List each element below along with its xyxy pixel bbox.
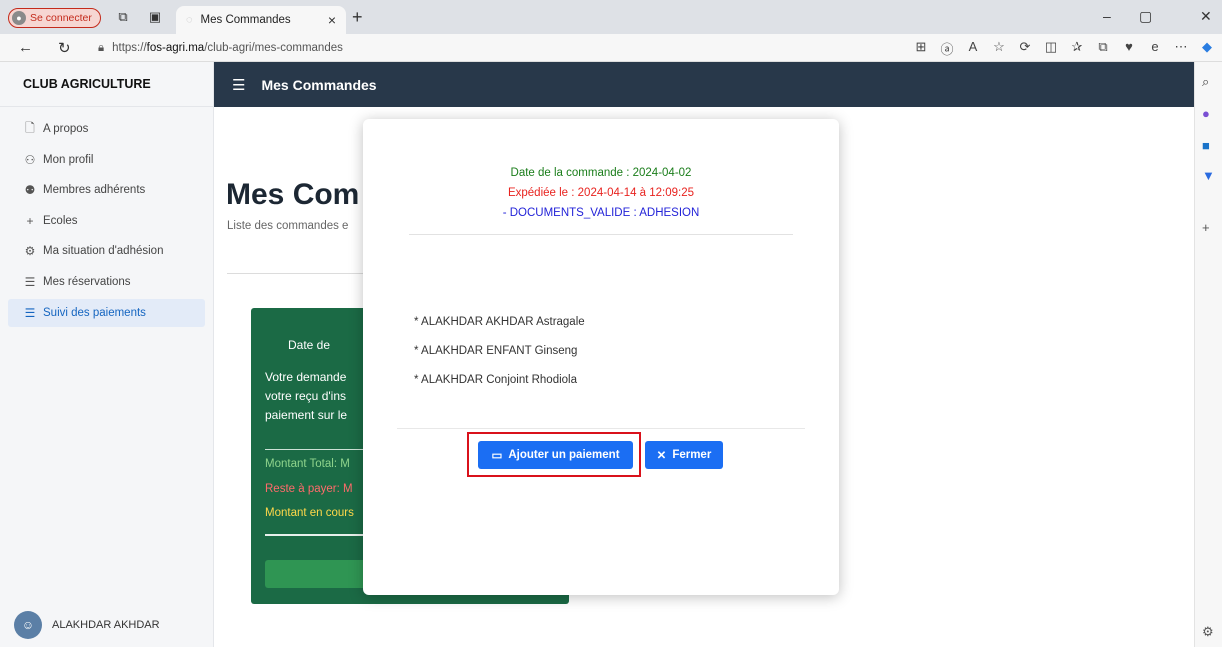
sidebar-item-label: A propos bbox=[43, 123, 89, 135]
avatar: ☺ bbox=[14, 611, 42, 639]
favorite-star-icon[interactable]: ☆ bbox=[992, 39, 1006, 58]
toolbar-icons: ⊞ ⓐ A ☆ ⟳ ◫ ✰ ⧉ ♥ e ⋯ ◆ bbox=[914, 39, 1214, 58]
list-item: * ALAKHDAR ENFANT Ginseng bbox=[414, 345, 578, 357]
search-icon[interactable]: ⌕ bbox=[1202, 74, 1209, 90]
card-date: Date de bbox=[288, 338, 331, 352]
hamburger-icon[interactable]: ☰ bbox=[232, 76, 245, 94]
copilot-icon[interactable]: ◆ bbox=[1200, 39, 1214, 58]
sidebar-item-ecoles[interactable]: + Ecoles bbox=[8, 207, 205, 235]
sidebar-item-label: Mon profil bbox=[43, 153, 94, 166]
restore-icon[interactable]: ▢ bbox=[1139, 8, 1152, 25]
page-subtitle: Liste des commandes e bbox=[227, 220, 349, 232]
new-tab-icon[interactable]: + bbox=[352, 8, 363, 26]
user-name: ALAKHDAR AKHDAR bbox=[52, 619, 160, 631]
address-toolbar: ← ↻ 🔒︎ https://fos-agri.ma/club-agri/mes… bbox=[0, 34, 1222, 62]
sidebar-item-situation[interactable]: ⚙ Ma situation d'adhésion bbox=[8, 237, 205, 265]
browser-tabbar: ● Se connecter ⧉ ▣ ◌ Mes Commandes × + –… bbox=[0, 0, 1222, 34]
sidebar-item-mon-profil[interactable]: ⚇ Mon profil bbox=[8, 146, 205, 174]
close-button[interactable]: ✕ Fermer bbox=[645, 441, 723, 469]
sidebar-item-paiements[interactable]: ☰ Suivi des paiements bbox=[8, 298, 205, 327]
profile-avatar-icon: ● bbox=[12, 11, 26, 25]
sidebar-item-label: Ecoles bbox=[43, 214, 78, 227]
browser-side-panel: ⌕ ● ■ ▼ + ⚙ bbox=[1194, 62, 1222, 647]
url-field[interactable]: 🔒︎ https://fos-agri.ma/club-agri/mes-com… bbox=[98, 38, 343, 58]
sidebar-item-reservations[interactable]: ☰ Mes réservations bbox=[8, 268, 205, 296]
modal-divider bbox=[409, 234, 793, 235]
outlook-icon[interactable]: ■ bbox=[1202, 138, 1210, 153]
list-icon: ☰ bbox=[24, 274, 36, 289]
collections-icon[interactable]: ⧉ bbox=[1096, 39, 1110, 58]
page-title: Mes Com bbox=[226, 178, 360, 211]
documents-status: - DOCUMENTS_VALIDE : ADHESION bbox=[502, 207, 700, 219]
brand-title: CLUB AGRICULTURE bbox=[0, 62, 213, 107]
sidebar-item-label: Suivi des paiements bbox=[43, 306, 146, 319]
sidebar-item-a-propos[interactable]: 🗋 A propos bbox=[8, 115, 205, 143]
user-icon: ⚇ bbox=[24, 152, 36, 167]
card-reste: Reste à payer: M bbox=[265, 483, 353, 495]
back-icon[interactable]: ← bbox=[18, 39, 33, 56]
document-icon: 🗋 bbox=[25, 120, 35, 135]
users-icon: ⚉ bbox=[24, 183, 36, 198]
performance-icon[interactable]: ♥ bbox=[1122, 39, 1136, 58]
plus-icon: + bbox=[26, 213, 34, 228]
list-item: * ALAKHDAR Conjoint Rhodiola bbox=[414, 374, 578, 386]
workspaces-icon[interactable]: ⧉ bbox=[116, 10, 130, 24]
header-title: Mes Commandes bbox=[261, 76, 377, 93]
card-total: Montant Total: M bbox=[265, 458, 350, 470]
edge-bar-icon[interactable]: e bbox=[1148, 39, 1162, 58]
list-item: * ALAKHDAR AKHDAR Astragale bbox=[414, 316, 585, 328]
settings-icon[interactable]: ⚙ bbox=[1202, 624, 1214, 640]
shipped-date: Expédiée le : 2024-04-14 à 12:09:25 bbox=[507, 187, 695, 199]
order-items-list: * ALAKHDAR AKHDAR Astragale * ALAKHDAR E… bbox=[414, 316, 585, 403]
favicon-icon: ◌ bbox=[186, 14, 193, 26]
refresh-icon[interactable]: ↻ bbox=[58, 39, 71, 57]
favorites-icon[interactable]: ✰ bbox=[1070, 39, 1084, 58]
url-text: https://fos-agri.ma/club-agri/mes-comman… bbox=[112, 42, 343, 54]
close-icon: ✕ bbox=[656, 450, 667, 462]
minimize-icon[interactable]: – bbox=[1103, 8, 1111, 24]
read-aloud-icon[interactable]: A bbox=[966, 39, 980, 58]
gear-icon: ⚙ bbox=[24, 244, 36, 259]
tab-title: Mes Commandes bbox=[200, 14, 291, 26]
extensions-icon[interactable]: ⟳ bbox=[1018, 39, 1032, 58]
profile-label: Se connecter bbox=[30, 12, 92, 24]
modal-divider bbox=[397, 428, 805, 429]
lock-icon: 🔒︎ bbox=[98, 41, 105, 54]
tab-mes-commandes[interactable]: ◌ Mes Commandes × bbox=[176, 6, 346, 34]
credit-card-icon: ▭ bbox=[491, 450, 503, 462]
add-side-icon[interactable]: + bbox=[1202, 220, 1210, 235]
close-tab-icon[interactable]: × bbox=[328, 12, 336, 28]
translate-icon[interactable]: ⓐ bbox=[940, 39, 954, 58]
add-payment-button[interactable]: ▭ Ajouter un paiement bbox=[478, 441, 633, 469]
copilot-side-icon[interactable]: ● bbox=[1202, 106, 1210, 121]
more-icon[interactable]: ⋯ bbox=[1174, 39, 1188, 58]
sidebar-item-label: Ma situation d'adhésion bbox=[43, 245, 164, 258]
split-screen-icon[interactable]: ◫ bbox=[1044, 39, 1058, 58]
app-icon[interactable]: ⊞ bbox=[914, 39, 928, 58]
sidebar-item-label: Mes réservations bbox=[43, 275, 131, 288]
close-window-icon[interactable]: ✕ bbox=[1200, 8, 1212, 25]
profile-button[interactable]: ● Se connecter bbox=[8, 8, 101, 28]
order-date: Date de la commande : 2024-04-02 bbox=[510, 167, 692, 179]
sidebar-item-label: Membres adhérents bbox=[43, 184, 146, 197]
list-icon: ☰ bbox=[24, 305, 36, 320]
sidebar-menu: 🗋 A propos ⚇ Mon profil ⚉ Membres adhére… bbox=[0, 107, 213, 327]
app-sidebar: CLUB AGRICULTURE 🗋 A propos ⚇ Mon profil… bbox=[0, 62, 214, 647]
shopping-icon[interactable]: ▼ bbox=[1202, 168, 1215, 183]
card-encours: Montant en cours bbox=[265, 507, 354, 519]
sidebar-item-membres[interactable]: ⚉ Membres adhérents bbox=[8, 176, 205, 204]
close-label: Fermer bbox=[672, 449, 712, 461]
add-payment-label: Ajouter un paiement bbox=[508, 449, 620, 461]
user-profile[interactable]: ☺ ALAKHDAR AKHDAR bbox=[14, 611, 160, 639]
order-details-modal: Date de la commande : 2024-04-02 Expédié… bbox=[363, 119, 839, 595]
tab-actions-icon[interactable]: ▣ bbox=[148, 10, 162, 24]
app-header: ☰ Mes Commandes bbox=[214, 62, 1194, 107]
